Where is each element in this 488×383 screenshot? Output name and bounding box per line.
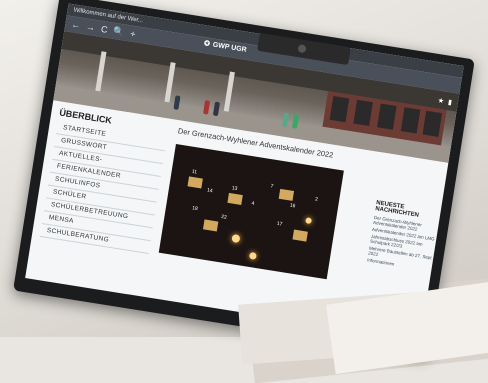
- advent-calendar-image[interactable]: 11 14 13 4 7 16 18 22 17 2: [158, 143, 344, 280]
- calendar-window: [292, 229, 308, 242]
- hero-pillar: [164, 62, 176, 103]
- hero-window-pane: [329, 96, 350, 123]
- hero-window-pane: [353, 99, 373, 126]
- search-icon[interactable]: 🔍: [113, 25, 126, 38]
- webcam-lens: [297, 44, 307, 54]
- news-panel: NEUESTE NACHRICHTEN Der Grenzach-Wyhlene…: [366, 200, 445, 275]
- calendar-number: 22: [220, 213, 228, 221]
- hero-window-pane: [422, 110, 443, 137]
- calendar-number: 4: [251, 200, 255, 207]
- calendar-window: [278, 188, 295, 201]
- calendar-number: 11: [191, 168, 198, 176]
- back-icon[interactable]: ←: [71, 19, 81, 30]
- calendar-number: 7: [270, 183, 274, 190]
- reload-icon[interactable]: C: [100, 24, 108, 35]
- calendar-number: 2: [314, 196, 319, 203]
- logo-icon: ✪: [203, 40, 211, 49]
- forward-icon[interactable]: →: [85, 22, 95, 33]
- calendar-window: [227, 192, 243, 205]
- hero-window-pane: [400, 107, 421, 134]
- calendar-light: [305, 217, 313, 225]
- browser-screen: Willkommen auf der Wer... ← → C 🔍 + ✪ GW…: [25, 3, 464, 341]
- hero-pillar: [95, 51, 107, 92]
- calendar-window: [202, 219, 219, 232]
- hero-window-pane: [377, 103, 397, 130]
- sidebar-nav: ÜBERBLICK STARTSEITE GRUSSWORT AKTUELLES…: [39, 107, 169, 255]
- calendar-number: 17: [276, 220, 283, 228]
- new-tab-icon[interactable]: +: [130, 29, 137, 40]
- calendar-number: 13: [231, 185, 238, 193]
- site-name: GWP UGR: [212, 41, 248, 54]
- calendar-light: [231, 233, 241, 244]
- calendar-light: [248, 251, 257, 260]
- calendar-number: 16: [289, 202, 296, 210]
- calendar-number: 18: [191, 205, 199, 213]
- calendar-window: [187, 176, 203, 189]
- calendar-number: 14: [206, 187, 214, 195]
- star-icon[interactable]: ★: [437, 96, 444, 105]
- hero-pillar: [223, 71, 235, 112]
